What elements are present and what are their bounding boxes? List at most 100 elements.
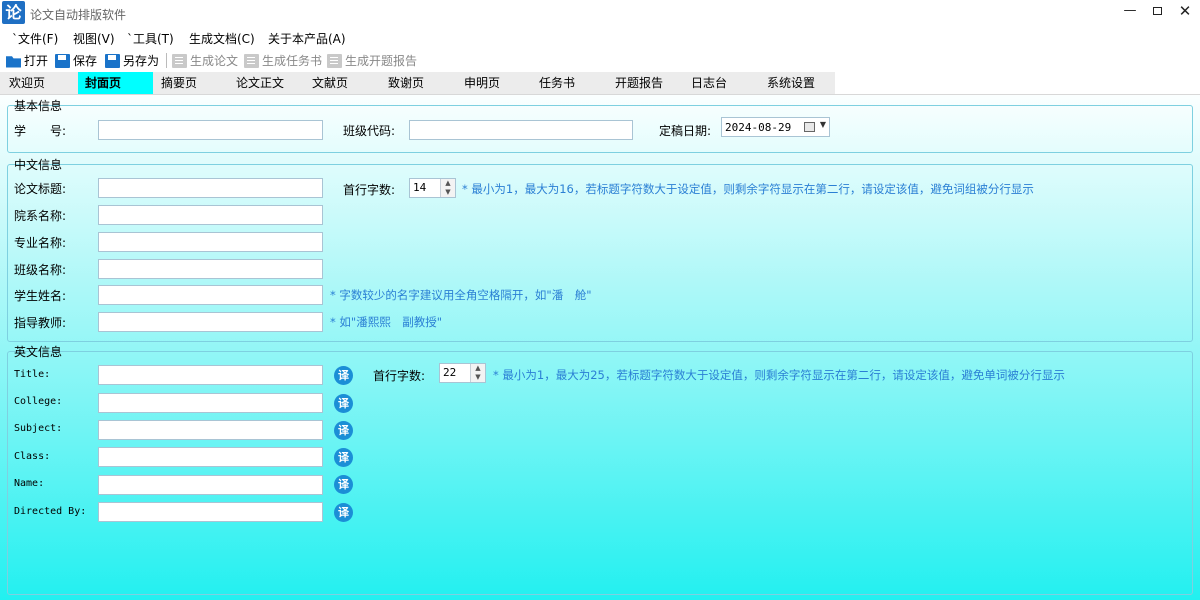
menu-generate[interactable]: 生成文档(C) — [189, 30, 255, 47]
generate-task-button[interactable]: 生成任务书 — [244, 52, 322, 69]
finalize-date-label: 定稿日期: — [659, 124, 712, 138]
en-first-line-label: 首行字数: — [373, 369, 426, 383]
advisor-input[interactable] — [98, 312, 323, 332]
chevron-up-icon[interactable]: ▲ — [441, 179, 455, 188]
english-info-group — [7, 351, 1193, 595]
save-as-label: 另存为 — [123, 54, 160, 68]
maximize-icon — [1152, 6, 1162, 15]
minimize-button[interactable]: — — [1115, 0, 1145, 24]
menu-tools[interactable]: `工具(T) — [127, 30, 174, 47]
class-en-label: Class: — [14, 451, 51, 462]
folder-open-icon — [6, 56, 21, 68]
generate-proposal-label: 生成开题报告 — [345, 54, 418, 68]
open-button[interactable]: 打开 — [6, 52, 48, 69]
student-name-input[interactable] — [98, 285, 323, 305]
tab-abstract[interactable]: 摘要页 — [161, 72, 227, 94]
chevron-down-icon[interactable]: ▼ — [441, 188, 455, 197]
save-button[interactable]: 保存 — [55, 52, 97, 69]
title-bar: 论 论文自动排版软件 — ✕ — [0, 0, 1200, 26]
tab-settings[interactable]: 系统设置 — [767, 72, 833, 94]
generate-proposal-button[interactable]: 生成开题报告 — [327, 52, 417, 69]
stepper-arrows[interactable]: ▲ ▼ — [470, 364, 485, 382]
translate-college-button[interactable]: 译 — [334, 394, 353, 413]
class-code-input[interactable] — [409, 120, 633, 140]
translate-directed-by-button[interactable]: 译 — [334, 503, 353, 522]
thesis-title-input[interactable] — [98, 178, 323, 198]
en-first-line-value: 22 — [443, 366, 457, 379]
menu-bar: `文件(F) 视图(V) `工具(T) 生成文档(C) 关于本产品(A) — [0, 27, 1200, 49]
chevron-up-icon[interactable]: ▲ — [471, 364, 485, 373]
stepper-arrows[interactable]: ▲ ▼ — [440, 179, 455, 197]
tab-welcome[interactable]: 欢迎页 — [9, 72, 75, 94]
finalize-date-picker[interactable]: 2024-08-29 ▼ — [721, 117, 830, 137]
name-label: Name: — [14, 478, 45, 489]
directed-by-input[interactable] — [98, 502, 323, 522]
generate-thesis-button[interactable]: 生成论文 — [172, 52, 238, 69]
tab-task-book[interactable]: 任务书 — [539, 72, 605, 94]
cn-first-line-value: 14 — [413, 181, 427, 194]
cover-page-panel: 基本信息 学 号: 班级代码: 定稿日期: 2024-08-29 ▼ 中文信息 … — [0, 95, 1200, 600]
document-icon — [327, 53, 342, 68]
generate-thesis-label: 生成论文 — [190, 54, 239, 68]
chevron-down-icon[interactable]: ▼ — [471, 373, 485, 382]
app-logo-icon: 论 — [2, 1, 25, 24]
tab-proposal[interactable]: 开题报告 — [615, 72, 685, 94]
translate-class-button[interactable]: 译 — [334, 448, 353, 467]
student-id-input[interactable] — [98, 120, 323, 140]
menu-view[interactable]: 视图(V) — [73, 30, 115, 47]
tab-references[interactable]: 文献页 — [312, 72, 378, 94]
cn-first-line-hint: * 最小为1，最大为16，若标题字符数大于设定值，则剩余字符显示在第二行，请设定… — [462, 182, 1034, 196]
cn-first-line-stepper[interactable]: 14 ▲ ▼ — [409, 178, 456, 198]
directed-by-label: Directed By: — [14, 506, 87, 517]
advisor-hint: * 如"潘熙熙 副教授" — [330, 315, 442, 329]
class-name-input[interactable] — [98, 259, 323, 279]
name-input[interactable] — [98, 475, 323, 495]
generate-task-label: 生成任务书 — [262, 54, 323, 68]
calendar-icon[interactable] — [804, 122, 815, 132]
subject-label: Subject: — [14, 423, 63, 434]
subject-input[interactable] — [98, 420, 323, 440]
menu-about[interactable]: 关于本产品(A) — [268, 30, 346, 47]
maximize-button[interactable] — [1142, 0, 1172, 24]
finalize-date-value: 2024-08-29 — [725, 121, 792, 134]
student-name-hint: * 字数较少的名字建议用全角空格隔开，如"潘 舱" — [330, 288, 592, 302]
class-en-input[interactable] — [98, 447, 323, 467]
chevron-down-icon[interactable]: ▼ — [820, 120, 826, 129]
save-as-button[interactable]: 另存为 — [105, 52, 159, 69]
class-code-label: 班级代码: — [343, 124, 396, 138]
major-input[interactable] — [98, 232, 323, 252]
en-first-line-stepper[interactable]: 22 ▲ ▼ — [439, 363, 486, 383]
tab-strip: 欢迎页 封面页 摘要页 论文正文 文献页 致谢页 申明页 任务书 开题报告 日志… — [0, 72, 1200, 95]
student-id-label: 学 号: — [14, 124, 67, 138]
document-icon — [172, 53, 187, 68]
basic-info-legend: 基本信息 — [14, 99, 63, 113]
translate-subject-button[interactable]: 译 — [334, 421, 353, 440]
toolbar-separator — [166, 53, 167, 68]
translate-title-button[interactable]: 译 — [334, 366, 353, 385]
student-name-label: 学生姓名: — [14, 289, 67, 303]
advisor-label: 指导教师: — [14, 316, 67, 330]
translate-name-button[interactable]: 译 — [334, 475, 353, 494]
chinese-info-legend: 中文信息 — [14, 158, 63, 172]
document-icon — [244, 53, 259, 68]
save-icon — [55, 53, 70, 68]
cn-first-line-label: 首行字数: — [343, 183, 396, 197]
tab-body[interactable]: 论文正文 — [236, 72, 306, 94]
window-title: 论文自动排版软件 — [30, 8, 127, 22]
class-name-label: 班级名称: — [14, 263, 67, 277]
department-label: 院系名称: — [14, 209, 67, 223]
en-title-label: Title: — [14, 369, 51, 380]
menu-file[interactable]: `文件(F) — [12, 30, 58, 47]
save-as-icon — [105, 53, 120, 68]
english-info-legend: 英文信息 — [14, 345, 63, 359]
tab-log[interactable]: 日志台 — [691, 72, 757, 94]
close-button[interactable]: ✕ — [1170, 0, 1200, 24]
department-input[interactable] — [98, 205, 323, 225]
open-label: 打开 — [24, 54, 49, 68]
college-input[interactable] — [98, 393, 323, 413]
tab-cover[interactable]: 封面页 — [78, 72, 153, 94]
tab-declaration[interactable]: 申明页 — [464, 72, 530, 94]
tab-acknowledgement[interactable]: 致谢页 — [388, 72, 454, 94]
en-title-input[interactable] — [98, 365, 323, 385]
college-label: College: — [14, 396, 63, 407]
